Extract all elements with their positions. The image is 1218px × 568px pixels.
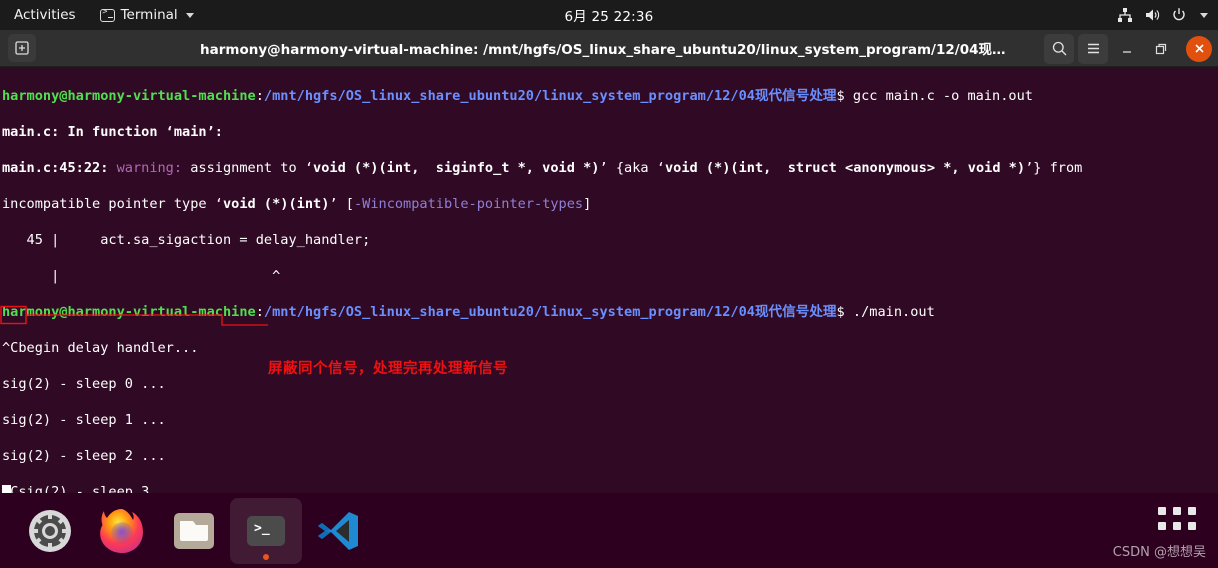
app-menu-terminal[interactable]: Terminal — [99, 7, 194, 23]
grid-dot — [1188, 522, 1196, 530]
grid-dot — [1173, 507, 1181, 515]
grid-dot — [1158, 507, 1166, 515]
warn-body-3: ’} from — [1025, 160, 1083, 176]
chevron-down-icon[interactable] — [1200, 12, 1208, 18]
status-area[interactable] — [1117, 0, 1208, 30]
terminal-cursor — [2, 485, 11, 493]
show-applications-button[interactable] — [1158, 507, 1196, 530]
warn-line3-b: ’ [ — [329, 196, 354, 212]
warn-location: main.c:45:22: — [2, 160, 117, 176]
search-button[interactable] — [1044, 33, 1074, 64]
output-line: ^Cbegin delay handler... — [2, 340, 199, 356]
close-button[interactable] — [1186, 35, 1212, 62]
prompt-line-2: harmony@harmony-virtual-machine:/mnt/hgf… — [2, 303, 1218, 321]
output-line: sig(2) - sleep 1 ... — [2, 412, 166, 428]
warn-body-2: ’ {aka ‘ — [599, 160, 665, 176]
prompt-path: /mnt/hgfs/OS_linux_share_ubuntu20/linux_… — [263, 88, 837, 104]
files-icon — [174, 512, 214, 549]
command-run: ./main.out — [852, 304, 935, 320]
dock-item-vscode[interactable] — [302, 498, 374, 564]
terminal-body[interactable]: harmony@harmony-virtual-machine:/mnt/hgf… — [0, 67, 1218, 493]
gnome-top-bar: Activities Terminal 6月 25 22:36 — [0, 0, 1218, 30]
watermark: CSDN @想想吴 — [1112, 545, 1206, 560]
warn-body-1: assignment to ‘ — [190, 160, 314, 176]
warn-keyword: warning: — [116, 160, 191, 176]
caret-mark: ^ — [59, 268, 281, 284]
prompt-symbol: $ — [836, 304, 853, 320]
dock-item-files[interactable] — [158, 498, 230, 564]
prompt-path: /mnt/hgfs/OS_linux_share_ubuntu20/linux_… — [263, 304, 837, 320]
terminal-icon: >_ — [247, 515, 285, 546]
output-line: sig(2) - sleep 0 ... — [2, 376, 166, 392]
warn-type-2: void (*)(int, struct <anonymous> *, void… — [664, 160, 1026, 176]
caret-bar: | — [2, 268, 60, 284]
prompt-colon: : — [255, 88, 264, 104]
warn-line3-c: ] — [583, 196, 592, 212]
warn-line3-a: incompatible pointer type ‘ — [2, 196, 223, 212]
minimize-button[interactable] — [1112, 34, 1142, 64]
activities-button[interactable]: Activities — [0, 0, 88, 30]
svg-text:>_: >_ — [254, 521, 270, 536]
code-lineno: 45 | — [2, 232, 60, 248]
prompt-line-1: harmony@harmony-virtual-machine:/mnt/hgf… — [2, 87, 1218, 105]
settings-icon — [29, 509, 71, 552]
code-context-line: 45 | act.sa_sigaction = delay_handler; — [2, 231, 1218, 249]
dock-item-firefox[interactable] — [86, 498, 158, 564]
grid-dot — [1158, 522, 1166, 530]
window-controls — [1044, 30, 1212, 67]
grid-dot — [1188, 507, 1196, 515]
window-title: harmony@harmony-virtual-machine: /mnt/hg… — [200, 42, 1060, 58]
command-gcc: gcc main.c -o main.out — [852, 88, 1033, 104]
prompt-colon: : — [255, 304, 264, 320]
terminal-menu-icon — [99, 7, 115, 22]
warn-type-1: void (*)(int, siginfo_t *, void *) — [313, 160, 600, 176]
new-tab-button[interactable] — [8, 34, 36, 62]
app-menu-label: Terminal — [120, 7, 178, 23]
prompt-symbol: $ — [836, 88, 853, 104]
dock-item-terminal[interactable]: >_ — [230, 497, 302, 564]
terminal-output: harmony@harmony-virtual-machine:/mnt/hgf… — [2, 69, 1218, 493]
dock-item-settings[interactable] — [14, 498, 86, 564]
warning-line-1: main.c:45:22: warning: assignment to ‘vo… — [2, 159, 1218, 177]
code-text: act.sa_sigaction = delay_handler; — [59, 232, 371, 248]
chevron-down-icon — [185, 12, 194, 18]
title-bar[interactable]: harmony@harmony-virtual-machine: /mnt/hg… — [0, 30, 1218, 67]
warn-option-flag: -Wincompatible-pointer-types — [353, 196, 584, 212]
caret-line: | ^ — [2, 267, 1218, 285]
network-icon — [1117, 7, 1133, 23]
warning-line-2: incompatible pointer type ‘void (*)(int)… — [2, 195, 1218, 213]
prompt-user: harmony@harmony-virtual-machine — [2, 88, 256, 104]
prompt-user: harmony@harmony-virtual-machine — [2, 304, 256, 320]
output-line: ^Csig(2) - sleep 3 ... — [2, 484, 183, 493]
warn-line3-type: void (*)(int) — [222, 196, 330, 212]
firefox-icon — [100, 508, 143, 553]
maximize-button[interactable] — [1146, 34, 1176, 64]
vscode-icon — [318, 511, 358, 550]
clock[interactable]: 6月 25 22:36 — [529, 5, 689, 25]
annotation-label: 屏蔽同个信号，处理完再处理新信号 — [268, 361, 508, 377]
warning-header-line: main.c: In function ‘main’: — [2, 123, 1218, 141]
hamburger-menu-button[interactable] — [1078, 33, 1108, 64]
power-icon — [1171, 7, 1187, 23]
dock: >_ CSDN @想想吴 — [0, 493, 1218, 568]
terminal-window: harmony@harmony-virtual-machine: /mnt/hg… — [0, 30, 1218, 493]
warn-file-func: main.c: In function ‘main’: — [2, 124, 223, 140]
grid-dot — [1173, 522, 1181, 530]
volume-icon — [1144, 7, 1160, 23]
output-line: sig(2) - sleep 2 ... — [2, 448, 166, 464]
